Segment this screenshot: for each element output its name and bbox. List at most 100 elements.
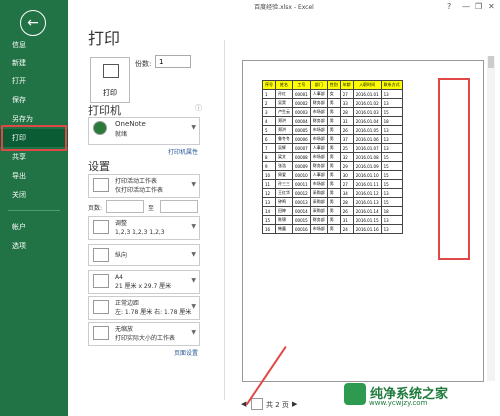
preview-cell: 人事部 xyxy=(309,143,328,153)
sidebar-item-new[interactable]: 新建 xyxy=(0,54,68,72)
pages-label: 页数: xyxy=(88,205,103,212)
preview-cell: 男 xyxy=(326,107,341,117)
sidebar-item-options[interactable]: 选项 xyxy=(0,237,68,255)
print-scope-select[interactable]: 打印活动工作表 仅打印活动工作表 ▼ xyxy=(88,174,200,198)
printer-select[interactable]: OneNote 就绪 ▼ xyxy=(88,117,200,145)
help-icon[interactable]: ? xyxy=(447,2,451,11)
minimize-icon[interactable]: — xyxy=(462,2,470,11)
preview-cell: 男 xyxy=(326,134,341,144)
preview-cell: 00012 xyxy=(292,188,311,198)
preview-cell: 财务部 xyxy=(309,161,328,171)
print-button[interactable]: 打印 xyxy=(90,57,130,103)
preview-cell: 18 xyxy=(380,206,403,216)
preview-cell: 4 xyxy=(262,116,276,126)
preview-cell: 人事部 xyxy=(309,170,328,180)
preview-cell: 男 xyxy=(326,224,341,234)
preview-cell: 18 xyxy=(380,116,403,126)
preview-cell: 男 xyxy=(326,125,341,135)
preview-cell: 市场部 xyxy=(309,152,328,162)
scrollbar-thumb[interactable] xyxy=(488,56,494,68)
preview-cell: 王红华 xyxy=(275,188,293,198)
preview-cell: 男 xyxy=(326,179,341,189)
preview-cell: 13 xyxy=(380,188,403,198)
print-button-label: 打印 xyxy=(103,89,117,97)
preview-header-cell: 姓名 xyxy=(275,80,293,90)
preview-row: 4 郑洪 00004 财务部男 31 2016.01.04 18 xyxy=(262,116,403,126)
sidebar-divider xyxy=(8,210,60,211)
info-icon[interactable]: ⓘ xyxy=(195,103,202,113)
page-setup-link[interactable]: 页面设置 xyxy=(174,348,198,357)
preview-cell: 吴辉 xyxy=(275,143,293,153)
printer-status: 就绪 xyxy=(115,131,128,138)
sidebar-item-export[interactable]: 导出 xyxy=(0,167,68,185)
preview-cell: 市场部 xyxy=(309,134,328,144)
preview-cell: 2016.01.16 xyxy=(352,224,382,234)
collate-select[interactable]: 调整 1,2,3 1,2,3 1,2,3 ▼ xyxy=(88,216,200,240)
margins-select[interactable]: 正常边距 左: 1.78 厘米 右: 1.78 厘米 ▼ xyxy=(88,296,200,320)
copies-input[interactable]: 1 xyxy=(155,55,191,68)
paper-icon xyxy=(93,274,109,288)
preview-cell: 00008 xyxy=(292,152,311,162)
sidebar-item-close[interactable]: 关闭 xyxy=(0,186,68,204)
worksheet-icon xyxy=(93,178,109,192)
preview-cell: 13 xyxy=(380,215,403,225)
preview-cell: 37 xyxy=(339,134,354,144)
printer-section-title: 打印机 xyxy=(88,104,121,117)
preview-cell: 2016.01.10 xyxy=(352,170,382,180)
preview-cell: 郑洪 xyxy=(275,125,293,135)
preview-cell: 16 xyxy=(262,224,276,234)
chevron-down-icon: ▼ xyxy=(191,303,196,310)
back-arrow-icon[interactable]: ← xyxy=(20,10,46,36)
portrait-icon xyxy=(93,248,109,262)
preview-cell: 7 xyxy=(262,143,276,153)
preview-cell: 00004 xyxy=(292,116,311,126)
preview-cell: 31 xyxy=(339,116,354,126)
preview-cell: 男 xyxy=(326,161,341,171)
preview-cell: 财务部 xyxy=(309,215,328,225)
preview-row: 1 孙红 00001 人事部女 27 2016.01.01 13 xyxy=(262,89,403,99)
preview-cell: 00005 xyxy=(292,125,311,135)
preview-cell: 卢生云 xyxy=(275,107,293,117)
next-page-arrow-icon[interactable]: ▶ xyxy=(292,400,297,408)
scaling-select[interactable]: 无缩放 打印实际大小的工作表 ▼ xyxy=(88,322,200,346)
sidebar-item-open[interactable]: 打开 xyxy=(0,72,68,90)
pages-from-input[interactable] xyxy=(106,200,144,213)
preview-cell: 00009 xyxy=(292,161,311,171)
preview-cell: 13 xyxy=(380,125,403,135)
current-page-input[interactable] xyxy=(251,398,263,410)
preview-cell: 2016.01.11 xyxy=(352,179,382,189)
preview-cell: 00002 xyxy=(292,98,311,108)
preview-scrollbar[interactable] xyxy=(487,56,495,381)
preview-cell: 韩露 xyxy=(275,224,293,234)
printer-properties-link[interactable]: 打印机属性 xyxy=(168,147,198,156)
pages-to-input[interactable] xyxy=(160,200,198,213)
preview-cell: 6 xyxy=(262,134,276,144)
preview-cell: 28 xyxy=(339,107,354,117)
sidebar-item-save[interactable]: 保存 xyxy=(0,91,68,109)
preview-cell: 2016.01.14 xyxy=(352,206,382,216)
preview-cell: 2016.01.05 xyxy=(352,125,382,135)
paper-size-select[interactable]: A4 21 厘米 x 29.7 厘米 ▼ xyxy=(88,270,200,294)
sidebar-item-info[interactable]: 信息 xyxy=(0,36,68,54)
preview-cell: 13 xyxy=(380,98,403,108)
preview-cell: 采购部 xyxy=(309,206,328,216)
preview-row: 5 郑洪 00005 市场部男 26 2016.01.05 13 xyxy=(262,125,403,135)
scaling-title: 无缩放 xyxy=(115,326,134,333)
preview-cell: 财务部 xyxy=(309,98,328,108)
preview-cell: 00007 xyxy=(292,143,311,153)
restore-icon[interactable]: ❐ xyxy=(475,2,482,11)
preview-cell: 男 xyxy=(326,170,341,180)
preview-row: 12 王红华 00012 采购部男 34 2016.01.12 13 xyxy=(262,188,403,198)
preview-row: 13 钟鸣 00013 采购部男 28 2016.01.13 15 xyxy=(262,197,403,207)
orientation-select[interactable]: 纵向 ▼ xyxy=(88,244,200,266)
chevron-down-icon: ▼ xyxy=(191,223,196,230)
paper-title: A4 xyxy=(115,274,123,281)
window-title: 百度经验.xlsx - Excel xyxy=(254,4,314,11)
sidebar-item-account[interactable]: 帐户 xyxy=(0,218,68,236)
printer-name: OneNote xyxy=(115,120,146,128)
preview-cell: 9 xyxy=(262,161,276,171)
close-icon[interactable]: ✕ xyxy=(488,2,495,11)
preview-cell: 市场部 xyxy=(309,179,328,189)
pane-divider xyxy=(224,40,225,400)
orientation-title: 纵向 xyxy=(115,252,128,259)
